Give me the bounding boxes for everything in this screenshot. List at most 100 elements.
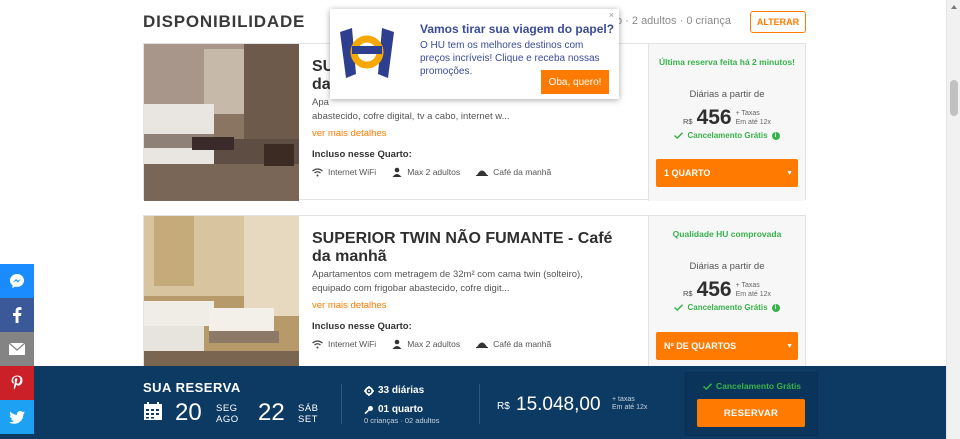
checkout-weekday: SÁB (298, 403, 319, 414)
person-icon (392, 167, 402, 177)
cancellation-label: Cancelamento Grátis (687, 131, 768, 140)
hu-logo (338, 24, 400, 84)
quality-badge: Qualidade HU comprovada (672, 229, 782, 239)
share-facebook-button[interactable] (0, 298, 34, 332)
daily-from-label: Diárias a partir de (689, 89, 765, 100)
messenger-icon (10, 274, 24, 288)
room-description-line2: equipado com frigobar abastecido, cofre … (312, 283, 510, 294)
guests-summary: 0 crianças · 02 adultos (364, 416, 440, 425)
share-messenger-button[interactable] (0, 264, 34, 298)
calendar-icon (144, 402, 162, 420)
room-card: SUPERIOR TWIN NÃO FUMANTE - Café da manh… (143, 215, 806, 373)
room-description: Apa abastecido, cofre digital, tv a cabo… (312, 96, 642, 124)
breakfast-icon (476, 342, 489, 348)
rooms-label: 01 quarto (378, 404, 424, 415)
share-pinterest-button[interactable] (0, 366, 34, 400)
room-photo[interactable] (144, 216, 299, 373)
amenity-label: Internet WiFi (328, 339, 377, 349)
amenity-label: Café da manhã (493, 339, 552, 349)
included-label: Incluso nesse Quarto: (312, 321, 412, 332)
nights-count: 33 diárias (364, 385, 424, 396)
checkin-weekday: SEG (216, 403, 238, 414)
total-currency: R$ (497, 401, 510, 412)
gear-icon (364, 385, 374, 396)
checkout-weekday-month: SÁB SET (298, 403, 319, 425)
share-email-button[interactable] (0, 332, 34, 366)
price-panel: Qualidade HU comprovada Diárias a partir… (648, 216, 805, 373)
total-note-installments: Em até 12x (612, 404, 648, 411)
check-icon (703, 382, 712, 390)
wifi-icon (312, 339, 323, 348)
room-quantity-select[interactable]: 1 QUARTO ▼ (656, 159, 798, 187)
popup-cta-button[interactable]: Oba, quero! (541, 70, 609, 94)
checkin-day[interactable]: 20 (175, 399, 202, 427)
room-description-line1: Apa (312, 97, 329, 108)
cancellation-label: Cancelamento Grátis (716, 381, 802, 391)
email-icon (9, 343, 25, 355)
caret-down-icon: ▼ (786, 342, 793, 350)
info-icon[interactable]: i (771, 303, 780, 312)
total-notes: + taxas Em até 12x (612, 396, 647, 412)
room-quantity-value: 1 QUARTO (664, 168, 711, 178)
more-details-link[interactable]: ver mais detalhes (312, 300, 642, 311)
twitter-icon (9, 410, 25, 424)
room-quantity-select[interactable]: Nº DE QUARTOS ▼ (656, 332, 798, 360)
checkout-month: SET (298, 414, 318, 425)
rooms-count: 01 quarto (364, 404, 423, 415)
close-icon[interactable]: × (609, 10, 614, 20)
reserve-button[interactable]: RESERVAR (697, 399, 805, 427)
caret-down-icon: ▼ (786, 169, 793, 177)
total-note-taxes: + taxas (612, 396, 635, 403)
cancellation-label: Cancelamento Grátis (687, 303, 768, 312)
nights-label: 33 diárias (378, 385, 425, 396)
scroll-up-arrow-icon[interactable] (947, 0, 960, 14)
price-note-taxes: + Taxas (735, 282, 760, 289)
price-currency: R$ (682, 289, 693, 298)
price-notes: + Taxas Em até 12x (736, 281, 771, 299)
facebook-icon (13, 307, 22, 323)
check-icon (674, 304, 684, 311)
price-row: R$ 456 + Taxas Em até 12x (649, 106, 805, 130)
checkin-weekday-month: SEG AGO (216, 403, 239, 425)
checkin-month: AGO (216, 414, 239, 425)
bottom-free-cancellation: Cancelamento Grátis (703, 381, 801, 391)
info-icon[interactable]: i (771, 131, 780, 140)
free-cancellation: Cancelamento Grátis i (649, 131, 805, 140)
scrollbar-thumb[interactable] (950, 80, 958, 116)
price-panel: Última reserva feita há 2 minutos! Diári… (648, 44, 805, 201)
amenity-label: Max 2 adultos (407, 339, 461, 349)
amenities-list: Internet WiFi Max 2 adultos Café da manh… (312, 167, 642, 177)
room-name-line2: da manhã (312, 248, 387, 265)
divider (341, 384, 342, 424)
price-row: R$ 456 + Taxas Em até 12x (649, 278, 805, 302)
price-notes: + Taxas Em até 12x (736, 109, 771, 127)
person-icon (392, 339, 402, 349)
price-note-installments: Em até 12x (735, 291, 772, 298)
amenity-wifi: Internet WiFi (312, 167, 376, 177)
room-photo[interactable] (144, 44, 299, 201)
room-name-line2: da (312, 76, 331, 93)
key-icon (364, 405, 373, 414)
amenity-wifi: Internet WiFi (312, 339, 376, 349)
amenities-list: Internet WiFi Max 2 adultos Café da manh… (312, 339, 642, 349)
price-note-taxes: + Taxas (735, 110, 760, 117)
amenity-guests: Max 2 adultos (392, 339, 460, 349)
checkout-day[interactable]: 22 (258, 399, 285, 427)
amenity-label: Internet WiFi (328, 167, 377, 177)
free-cancellation: Cancelamento Grátis i (649, 303, 805, 312)
amenity-label: Café da manhã (493, 167, 552, 177)
newsletter-popup: × Vamos tirar sua viagem do papel? O HU … (330, 9, 619, 99)
pinterest-icon (11, 375, 23, 390)
amenity-label: Max 2 adultos (407, 167, 461, 177)
total-price: 15.048,00 (516, 394, 601, 415)
room-name[interactable]: SUPERIOR TWIN NÃO FUMANTE - Café da manh… (312, 230, 642, 266)
popup-title: Vamos tirar sua viagem do papel? (420, 22, 615, 36)
divider (479, 384, 480, 424)
breakfast-icon (476, 170, 489, 176)
page-scrollbar[interactable] (946, 0, 960, 439)
share-twitter-button[interactable] (0, 400, 34, 434)
check-icon (674, 132, 684, 139)
alter-search-button[interactable]: ALTERAR (750, 11, 806, 33)
room-name-line1: SUPERIOR TWIN NÃO FUMANTE - Café (312, 230, 613, 247)
more-details-link[interactable]: ver mais detalhes (312, 128, 642, 139)
